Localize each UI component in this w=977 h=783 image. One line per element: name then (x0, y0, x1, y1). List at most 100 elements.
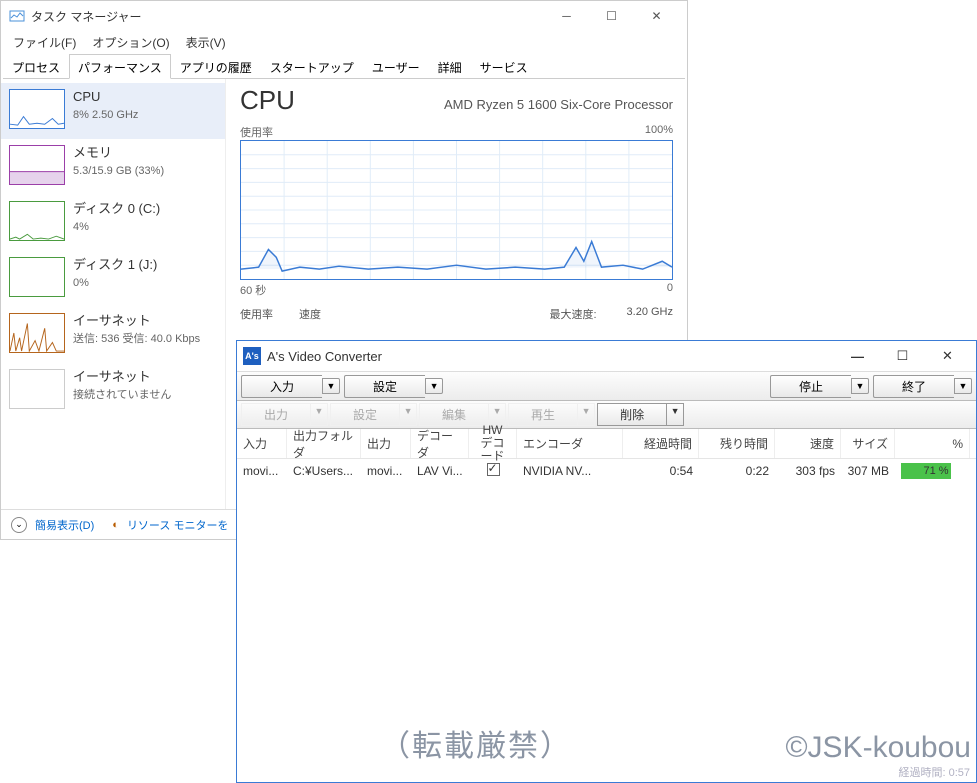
vc-col-elapsed[interactable]: 経過時間 (623, 429, 699, 458)
tm-app-icon (9, 8, 25, 24)
tm-side-disk1-sub: 0% (73, 276, 157, 290)
vc-hw-checkbox (487, 463, 500, 476)
tm-tab-users[interactable]: ユーザー (363, 54, 429, 79)
vc-table-header: 入力 出力フォルダ 出力 デコーダ HW デコード エンコーダ 経過時間 残り時… (237, 429, 976, 459)
vc-cell-size: 307 MB (841, 462, 895, 480)
tm-cpu-name: AMD Ryzen 5 1600 Six-Core Processor (444, 97, 673, 112)
vc-col-remaining[interactable]: 残り時間 (699, 429, 775, 458)
vc-col-decoder[interactable]: デコーダ (411, 429, 469, 458)
tm-side-disk1-title: ディスク 1 (J:) (73, 257, 157, 274)
tm-stat-maxspeed-lbl: 最大速度: (549, 306, 596, 322)
vc-minimize-button[interactable]: — (835, 342, 880, 370)
tm-side-eth1-title: イーサネット (73, 369, 171, 386)
tm-side-cpu-sub: 8% 2.50 GHz (73, 108, 138, 122)
vc-col-outfolder[interactable]: 出力フォルダ (287, 429, 361, 458)
vc-toolbar-sub: 出力▼ 設定▼ 編集▼ 再生▼ 削除▼ (237, 401, 976, 429)
vc-stop-button[interactable]: 停止▼ (770, 375, 869, 398)
vc-title-text: A's Video Converter (267, 349, 382, 364)
vc-col-hwdecode[interactable]: HW デコード (469, 429, 517, 458)
tm-minimize-button[interactable]: ─ (544, 1, 589, 31)
vc-input-button[interactable]: 入力▼ (241, 375, 340, 398)
vc-status-text: 経過時間: 0:57 (892, 762, 976, 782)
tm-side-disk0-title: ディスク 0 (C:) (73, 201, 160, 218)
vc-col-size[interactable]: サイズ (841, 429, 895, 458)
tm-chart-60s: 60 秒 (240, 282, 266, 298)
vc-input-dropdown[interactable]: ▼ (322, 378, 340, 394)
vc-job-row[interactable]: movi... C:¥Users... movi... LAV Vi... NV… (237, 459, 976, 483)
tm-chart-label-usage: 使用率 (240, 124, 273, 140)
vc-cell-hw (469, 461, 517, 481)
tm-tab-details[interactable]: 詳細 (429, 54, 471, 79)
vc-titlebar[interactable]: A's A's Video Converter — ☐ ✕ (237, 341, 976, 371)
tm-tab-services[interactable]: サービス (471, 54, 537, 79)
tm-tab-processes[interactable]: プロセス (3, 54, 69, 79)
vc-close-button[interactable]: ✕ (925, 342, 970, 370)
tm-simple-view-link[interactable]: 簡易表示(D) (35, 517, 94, 533)
tm-close-button[interactable]: ✕ (634, 1, 679, 31)
vc-delete-button[interactable]: 削除▼ (597, 403, 684, 426)
tm-tab-apphistory[interactable]: アプリの履歴 (171, 54, 261, 79)
tm-stat-speed-lbl: 速度 (299, 306, 321, 322)
tm-stat-usage-lbl: 使用率 (240, 306, 273, 322)
tm-stat-maxspeed-val: 3.20 GHz (627, 306, 673, 322)
vc-play-button: 再生▼ (508, 403, 595, 426)
tm-side-mem-title: メモリ (73, 145, 164, 162)
vc-toolbar-main: 入力▼ 設定▼ 停止▼ 終了▼ (237, 371, 976, 401)
tm-side-eth0-title: イーサネット (73, 313, 200, 330)
vc-cell-elapsed: 0:54 (623, 462, 699, 480)
tm-tab-performance[interactable]: パフォーマンス (69, 54, 171, 79)
tm-side-memory[interactable]: メモリ 5.3/15.9 GB (33%) (1, 139, 225, 195)
tm-menu-view[interactable]: 表示(V) (178, 32, 234, 53)
tm-resource-monitor-link[interactable]: リソース モニターを (127, 517, 229, 533)
vc-cell-remaining: 0:22 (699, 462, 775, 480)
vc-cell-input: movi... (237, 462, 287, 480)
vc-settings2-button: 設定▼ (330, 403, 417, 426)
tm-side-disk1[interactable]: ディスク 1 (J:) 0% (1, 251, 225, 307)
tm-tab-bar: プロセス パフォーマンス アプリの履歴 スタートアップ ユーザー 詳細 サービス (3, 53, 685, 79)
vc-col-output[interactable]: 出力 (361, 429, 411, 458)
tm-side-cpu-title: CPU (73, 89, 138, 106)
tm-chart-0: 0 (667, 282, 673, 298)
vc-delete-dropdown[interactable]: ▼ (666, 403, 684, 426)
tm-chart-label-100: 100% (645, 124, 673, 140)
tm-titlebar[interactable]: タスク マネージャー ─ ☐ ✕ (1, 1, 687, 31)
vc-cell-output: movi... (361, 462, 411, 480)
tm-menubar: ファイル(F) オプション(O) 表示(V) (1, 31, 687, 53)
tm-side-disk0-sub: 4% (73, 220, 160, 234)
tm-side-mem-sub: 5.3/15.9 GB (33%) (73, 164, 164, 178)
vc-cell-percent: 71 % (895, 461, 970, 481)
vc-cell-decoder: LAV Vi... (411, 462, 469, 480)
tm-side-eth1[interactable]: イーサネット接続されていません (1, 363, 225, 419)
tm-tab-startup[interactable]: スタートアップ (261, 54, 363, 79)
tm-side-cpu[interactable]: CPU 8% 2.50 GHz (1, 83, 225, 139)
tm-side-eth1-sub: 接続されていません (73, 388, 171, 402)
vc-settings-dropdown[interactable]: ▼ (425, 378, 443, 394)
tm-collapse-icon[interactable]: ⌄ (11, 517, 27, 533)
tm-sidebar: CPU 8% 2.50 GHz メモリ 5.3/15.9 GB (33%) ディスク… (1, 79, 226, 509)
vc-stop-dropdown[interactable]: ▼ (851, 378, 869, 394)
tm-menu-options[interactable]: オプション(O) (84, 32, 177, 53)
vc-col-input[interactable]: 入力 (237, 429, 287, 458)
tm-side-eth0-sub: 送信: 536 受信: 40.0 Kbps (73, 332, 200, 346)
vc-col-encoder[interactable]: エンコーダ (517, 429, 623, 458)
tm-menu-file[interactable]: ファイル(F) (5, 32, 84, 53)
tm-side-disk0[interactable]: ディスク 0 (C:) 4% (1, 195, 225, 251)
vc-exit-button[interactable]: 終了▼ (873, 375, 972, 398)
vc-cell-encoder: NVIDIA NV... (517, 462, 623, 480)
vc-maximize-button[interactable]: ☐ (880, 342, 925, 370)
tm-title-text: タスク マネージャー (31, 8, 142, 25)
vc-progress-bar: 71 % (901, 463, 970, 479)
vc-cell-outfolder: C:¥Users... (287, 462, 361, 480)
tm-cpu-chart (240, 140, 673, 280)
vc-exit-dropdown[interactable]: ▼ (954, 378, 972, 394)
vc-col-speed[interactable]: 速度 (775, 429, 841, 458)
vc-col-percent[interactable]: % (895, 429, 970, 458)
vc-job-table: 入力 出力フォルダ 出力 デコーダ HW デコード エンコーダ 経過時間 残り時… (237, 429, 976, 483)
video-converter-window: A's A's Video Converter — ☐ ✕ 入力▼ 設定▼ 停止… (236, 340, 977, 783)
vc-cell-speed: 303 fps (775, 462, 841, 480)
vc-settings-button[interactable]: 設定▼ (344, 375, 443, 398)
tm-maximize-button[interactable]: ☐ (589, 1, 634, 31)
vc-app-icon: A's (243, 347, 261, 365)
tm-main-heading: CPU (240, 85, 295, 116)
tm-side-eth0[interactable]: イーサネット送信: 536 受信: 40.0 Kbps (1, 307, 225, 363)
